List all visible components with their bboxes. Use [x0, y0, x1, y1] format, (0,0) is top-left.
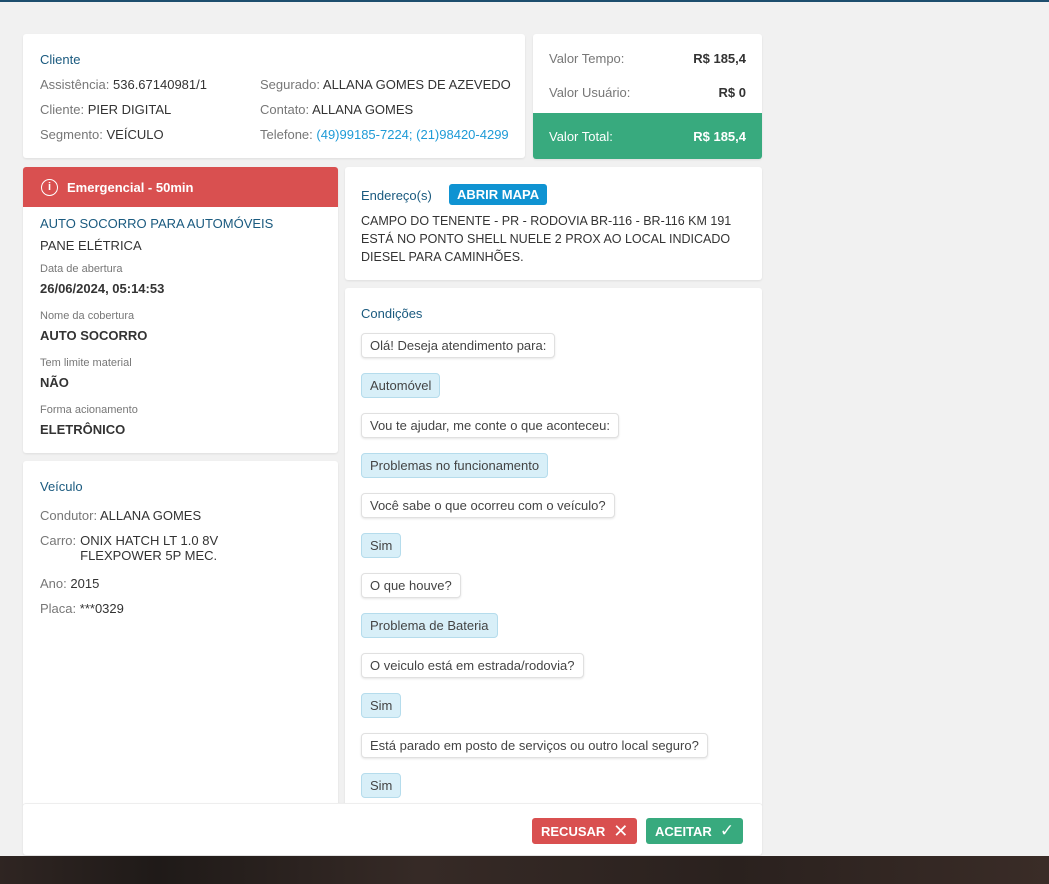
footer-actions: RECUSAR ✕ ACEITAR ✓ [23, 803, 762, 855]
desktop-background [0, 856, 1049, 884]
field-row: Segurado: ALLANA GOMES DE AZEVEDO [260, 77, 511, 92]
cliente-card: Cliente Assistência: 536.67140981/1 Clien… [23, 34, 525, 158]
chat-answer: Sim [361, 773, 402, 798]
close-icon: ✕ [613, 820, 629, 841]
field-value: AUTO SOCORRO [40, 328, 148, 343]
field-label: Nome da cobertura [40, 310, 135, 322]
field-label: Segmento: [40, 127, 103, 142]
chat-answer: Automóvel [361, 373, 441, 398]
valor-tempo: R$ 185,4 [693, 51, 746, 66]
field-row: Contato: ALLANA GOMES [260, 102, 413, 117]
field-row: Telefone: (49)99185-7224; (21)98420-4299 [260, 127, 509, 142]
field-label: Assistência: [40, 77, 110, 92]
field-row: Placa: ***0329 [40, 601, 124, 616]
chat-answer: Problemas no funcionamento [361, 453, 549, 478]
emergency-header: i Emergencial - 50min [23, 167, 338, 207]
abrir-mapa-button[interactable]: ABRIR MAPA [449, 184, 548, 205]
valor-usuario-label: Valor Usuário: [549, 85, 631, 100]
condicoes-title: Condições [361, 306, 423, 321]
field-value: ALLANA GOMES [312, 102, 414, 117]
field-label: Contato: [260, 102, 310, 117]
field-value: NÃO [40, 375, 69, 390]
aceitar-button[interactable]: ACEITAR ✓ [646, 818, 744, 844]
endereco-line: ESTÁ NO PONTO SHELL NUELE 2 PROX AO LOCA… [361, 232, 731, 246]
field-row: Cliente: PIER DIGITAL [40, 102, 171, 117]
field-row: Assistência: 536.67140981/1 [40, 77, 207, 92]
field-value: ***0329 [79, 601, 124, 616]
field-label: Tem limite material [40, 357, 132, 369]
valores-card: Valor Tempo: R$ 185,4 Valor Usuário: R$ … [533, 34, 762, 159]
recusar-button[interactable]: RECUSAR ✕ [532, 818, 638, 844]
field-value: ELETRÔNICO [40, 422, 126, 437]
chat-question: Você sabe o que ocorreu com o veículo? [361, 493, 615, 518]
valor-total: R$ 185,4 [693, 129, 746, 144]
field-label: Condutor: [40, 508, 98, 523]
chat-question: Vou te ajudar, me conte o que aconteceu: [361, 413, 619, 438]
valor-total-row: Valor Total: R$ 185,4 [533, 113, 762, 159]
field-value: ONIX HATCH LT 1.0 8V FLEXPOWER 5P MEC. [80, 533, 219, 563]
field-label: Cliente: [40, 102, 85, 117]
servico-tipo: AUTO SOCORRO PARA AUTOMÓVEIS [40, 216, 274, 231]
field-label: Placa: [40, 601, 77, 616]
field-label: Data de abertura [40, 263, 123, 275]
chat-question: O que houve? [361, 573, 461, 598]
endereco-line: CAMPO DO TENENTE - PR - RODOVIA BR-116 -… [361, 214, 732, 228]
field-value: VEÍCULO [106, 127, 164, 142]
aceitar-label: ACEITAR [655, 823, 712, 839]
valor-total-label: Valor Total: [549, 129, 613, 144]
field-value[interactable]: (49)99185-7224; (21)98420-4299 [316, 127, 508, 142]
cliente-title: Cliente [40, 52, 81, 67]
field-label: Segurado: [260, 77, 320, 92]
field-value: PIER DIGITAL [87, 102, 172, 117]
emergency-label: Emergencial - 50min [67, 179, 194, 195]
field-value: 536.67140981/1 [113, 77, 207, 92]
chat-answer: Problema de Bateria [361, 613, 498, 638]
field-value: ALLANA GOMES DE AZEVEDO [322, 77, 511, 92]
endereco-card: Endereço(s) ABRIR MAPA CAMPO DO TENENTE … [345, 167, 762, 280]
chat-question: O veiculo está em estrada/rodovia? [361, 653, 584, 678]
endereco-title: Endereço(s) [361, 188, 432, 203]
recusar-label: RECUSAR [541, 823, 606, 839]
field-value: ALLANA GOMES [100, 508, 202, 523]
field-value: 2015 [70, 576, 100, 591]
valor-tempo-label: Valor Tempo: [549, 51, 625, 66]
veiculo-card: Veículo Condutor: ALLANA GOMES Carro: ONIX… [23, 461, 338, 806]
veiculo-title: Veículo [40, 479, 83, 494]
field-row: Segmento: VEÍCULO [40, 127, 164, 142]
servico-card: i Emergencial - 50min AUTO SOCORRO PARA … [23, 167, 338, 453]
chat-answer: Sim [361, 693, 402, 718]
top-bar [0, 0, 1049, 2]
field-label: Ano: [40, 576, 67, 591]
info-icon: i [41, 178, 58, 196]
field-label: Forma acionamento [40, 404, 138, 416]
check-icon: ✓ [719, 821, 735, 840]
field-row: Carro: ONIX HATCH LT 1.0 8V FLEXPOWER 5P … [40, 533, 290, 563]
condicoes-card: Condições Olá! Deseja atendimento para: A… [345, 288, 762, 806]
field-label: Telefone: [260, 127, 313, 142]
endereco-text: CAMPO DO TENENTE - PR - RODOVIA BR-116 -… [361, 212, 731, 266]
field-row: Ano: 2015 [40, 576, 99, 591]
chat-answer: Sim [361, 533, 402, 558]
endereco-line: DIESEL PARA CAMINHÕES. [361, 250, 524, 264]
field-label: Carro: [40, 533, 77, 548]
valor-usuario: R$ 0 [718, 85, 746, 100]
chat-question: Está parado em posto de serviços ou outr… [361, 733, 708, 758]
chat-question: Olá! Deseja atendimento para: [361, 333, 556, 358]
field-value: 26/06/2024, 05:14:53 [40, 281, 165, 296]
servico-motivo: PANE ELÉTRICA [40, 238, 142, 253]
field-row: Condutor: ALLANA GOMES [40, 508, 201, 523]
